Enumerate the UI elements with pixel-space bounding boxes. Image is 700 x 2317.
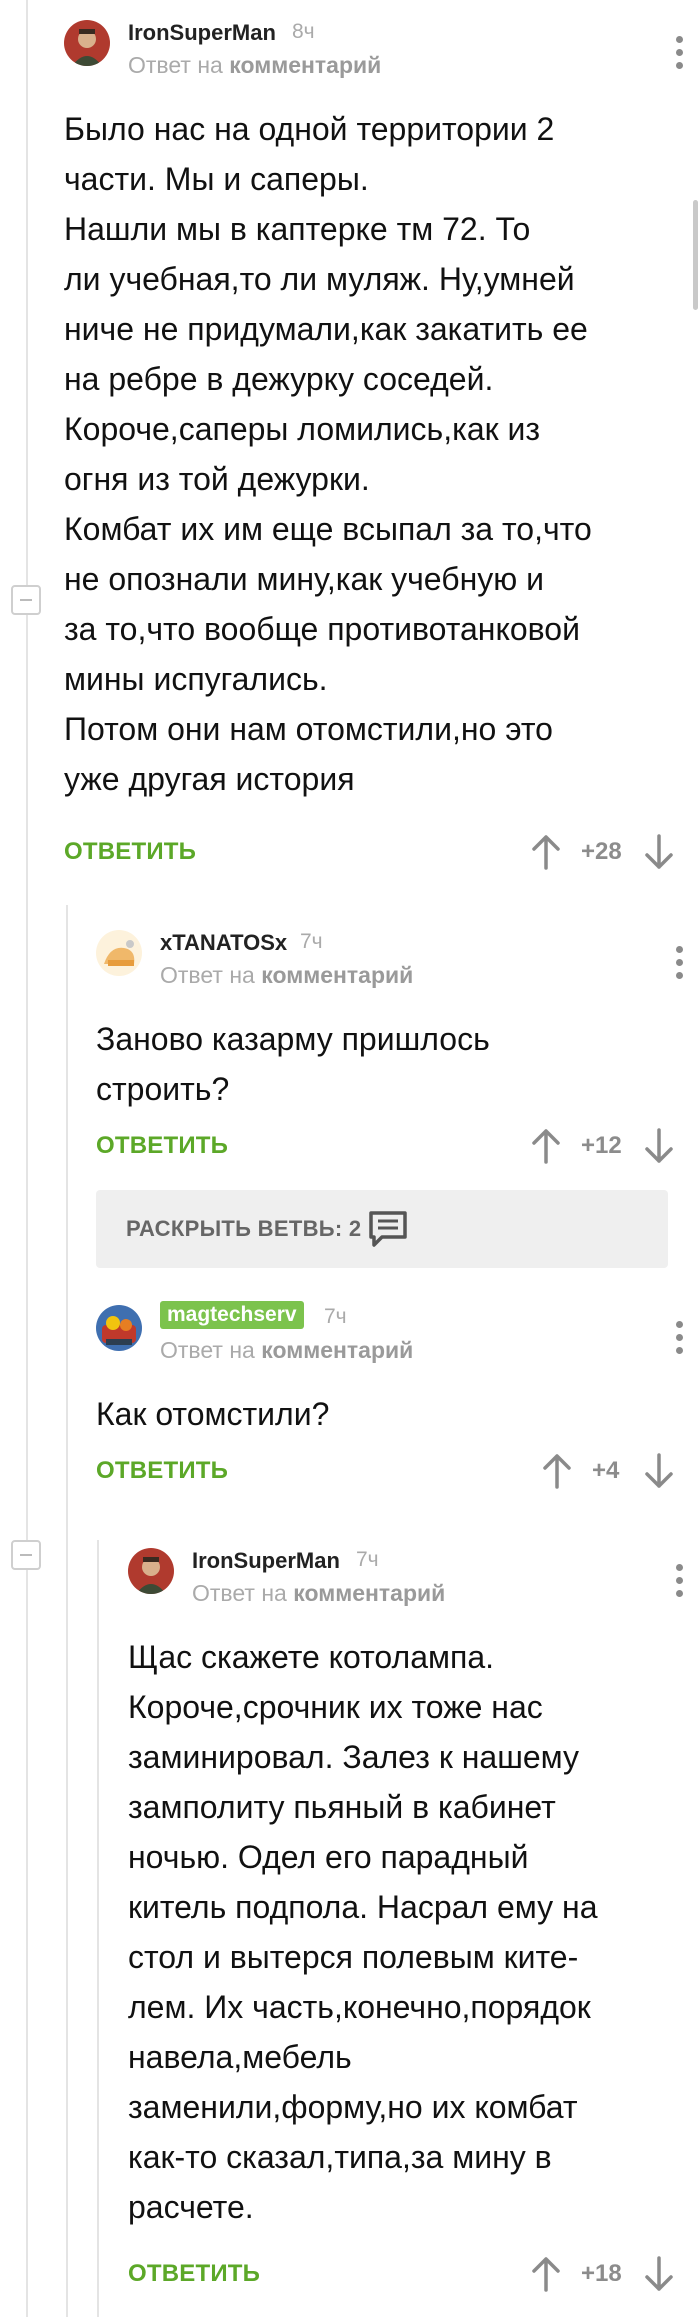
comment-actions: ОТВЕТИТЬ +28: [64, 834, 684, 878]
comment: magtechserv 7ч Ответ на комментарий Как …: [96, 1301, 684, 1497]
comment-line: части. Мы и саперы.: [64, 161, 369, 197]
comment-line: Заново казарму пришлось: [96, 1021, 490, 1057]
comment-body: Заново казарму пришлось строить?: [96, 1014, 684, 1114]
comment-time: 7ч: [300, 930, 323, 953]
comment-line: замполиту пьяный в кабинет: [128, 1789, 556, 1825]
comment-line: стол и вытерся полевым ките-: [128, 1939, 579, 1975]
arrow-up-icon[interactable]: [531, 1128, 561, 1164]
more-vertical-icon[interactable]: [676, 36, 684, 72]
comment-time: 7ч: [324, 1305, 347, 1328]
reply-button[interactable]: ОТВЕТИТЬ: [64, 838, 196, 866]
reply-to-link[interactable]: комментарий: [261, 1337, 413, 1363]
arrow-down-icon[interactable]: [644, 2256, 674, 2292]
more-vertical-icon[interactable]: [676, 1564, 684, 1600]
comment-line: Было нас на одной территории 2: [64, 111, 555, 147]
comment-line: не опознали мину,как учебную и: [64, 561, 544, 597]
collapse-subthread-button[interactable]: [11, 1540, 41, 1570]
comment-line: навела,мебель: [128, 2039, 352, 2075]
score: +4: [592, 1457, 620, 1484]
more-vertical-icon[interactable]: [676, 946, 684, 982]
comment-body: Было нас на одной территории 2 части. Мы…: [64, 104, 684, 804]
thread-line-root: [26, 0, 28, 2317]
comment-line: строить?: [96, 1071, 230, 1107]
avatar[interactable]: [96, 1305, 142, 1351]
comment-line: на ребре в дежурку соседей.: [64, 361, 494, 397]
comment-body: Щас скажете котолампа. Короче,срочник их…: [128, 1632, 684, 2232]
expand-branch-button[interactable]: РАСКРЫТЬ ВЕТВЬ: 2: [96, 1190, 668, 1268]
comment-line: за то,что вообще противотанковой: [64, 611, 580, 647]
avatar[interactable]: [128, 1548, 174, 1594]
comment-line: ниче не придумали,как закатить ее: [64, 311, 588, 347]
thread-line-level1: [66, 905, 68, 2317]
comment-line: как-то сказал,типа,за мину в: [128, 2139, 552, 2175]
comment-line: Короче,саперы ломились,как из: [64, 411, 541, 447]
comment-line: ли учебная,то ли муляж. Ну,умней: [64, 261, 575, 297]
comment-line: уже другая история: [64, 761, 355, 797]
username[interactable]: IronSuperMan: [128, 20, 276, 46]
comment-line: Комбат их им еще всыпал за то,что: [64, 511, 592, 547]
comment-body: Как отомстили?: [96, 1389, 684, 1439]
reply-to-link[interactable]: комментарий: [261, 962, 413, 988]
scrollbar[interactable]: [693, 200, 698, 310]
thread-line-level2: [97, 1540, 99, 2317]
comment-line: расчете.: [128, 2189, 254, 2225]
score: +18: [581, 2260, 622, 2287]
comments-icon: [369, 1211, 407, 1247]
comment-line: ночью. Одел его парадный: [128, 1839, 529, 1875]
comment-actions: ОТВЕТИТЬ +12: [96, 1128, 684, 1172]
reply-to-prefix: Ответ на: [160, 1337, 255, 1363]
comment-line: Короче,срочник их тоже нас: [128, 1689, 543, 1725]
arrow-up-icon[interactable]: [542, 1453, 572, 1489]
avatar[interactable]: [96, 930, 142, 976]
comment-header: xTANATOSx 7ч Ответ на комментарий: [96, 930, 684, 990]
arrow-down-icon[interactable]: [644, 1128, 674, 1164]
reply-to-prefix: Ответ на: [192, 1580, 287, 1606]
comment-header: IronSuperMan 7ч Ответ на комментарий: [128, 1548, 684, 1608]
username[interactable]: IronSuperMan: [192, 1548, 340, 1574]
comment-line: Нашли мы в каптерке тм 72. То: [64, 211, 531, 247]
expand-branch-label: РАСКРЫТЬ ВЕТВЬ: 2: [126, 1216, 362, 1241]
score: +12: [581, 1132, 622, 1159]
more-vertical-icon[interactable]: [676, 1321, 684, 1357]
comment-actions: ОТВЕТИТЬ +4: [96, 1453, 684, 1497]
comment-line: Потом они нам отомстили,но это: [64, 711, 553, 747]
reply-button[interactable]: ОТВЕТИТЬ: [96, 1457, 228, 1485]
comment-header: IronSuperMan 8ч Ответ на комментарий: [64, 20, 684, 80]
reply-to-line: Ответ на комментарий: [192, 1580, 445, 1607]
collapse-thread-button[interactable]: [11, 585, 41, 615]
reply-button[interactable]: ОТВЕТИТЬ: [128, 2260, 260, 2288]
reply-to-link[interactable]: комментарий: [229, 52, 381, 78]
arrow-up-icon[interactable]: [531, 834, 561, 870]
comment-line: огня из той дежурки.: [64, 461, 370, 497]
reply-to-link[interactable]: комментарий: [293, 1580, 445, 1606]
comment-line: Как отомстили?: [96, 1396, 330, 1432]
reply-to-line: Ответ на комментарий: [128, 52, 381, 79]
comment: xTANATOSx 7ч Ответ на комментарий Заново…: [96, 930, 684, 1170]
reply-to-prefix: Ответ на: [128, 52, 223, 78]
avatar[interactable]: [64, 20, 110, 66]
comment-time: 7ч: [356, 1548, 379, 1571]
reply-to-prefix: Ответ на: [160, 962, 255, 988]
comment-line: лем. Их часть,конечно,порядок: [128, 1989, 591, 2025]
comment-line: китель подпола. Насрал ему на: [128, 1889, 598, 1925]
comment-line: мины испугались.: [64, 661, 328, 697]
arrow-up-icon[interactable]: [531, 2256, 561, 2292]
reply-to-line: Ответ на комментарий: [160, 962, 413, 989]
username[interactable]: xTANATOSx: [160, 930, 287, 956]
score: +28: [581, 838, 622, 865]
reply-to-line: Ответ на комментарий: [160, 1337, 413, 1364]
comment-header: magtechserv 7ч Ответ на комментарий: [96, 1301, 684, 1365]
comment-line: заменили,форму,но их комбат: [128, 2089, 578, 2125]
comment-line: заминировал. Залез к нашему: [128, 1739, 580, 1775]
comment-actions: ОТВЕТИТЬ +18: [128, 2256, 684, 2300]
username-badge[interactable]: magtechserv: [160, 1301, 304, 1329]
comment: IronSuperMan 7ч Ответ на комментарий Щас…: [128, 1548, 684, 2308]
comment-time: 8ч: [292, 20, 315, 43]
reply-button[interactable]: ОТВЕТИТЬ: [96, 1132, 228, 1160]
comment-line: Щас скажете котолампа.: [128, 1639, 494, 1675]
arrow-down-icon[interactable]: [644, 1453, 674, 1489]
arrow-down-icon[interactable]: [644, 834, 674, 870]
comment: IronSuperMan 8ч Ответ на комментарий Был…: [64, 20, 684, 880]
